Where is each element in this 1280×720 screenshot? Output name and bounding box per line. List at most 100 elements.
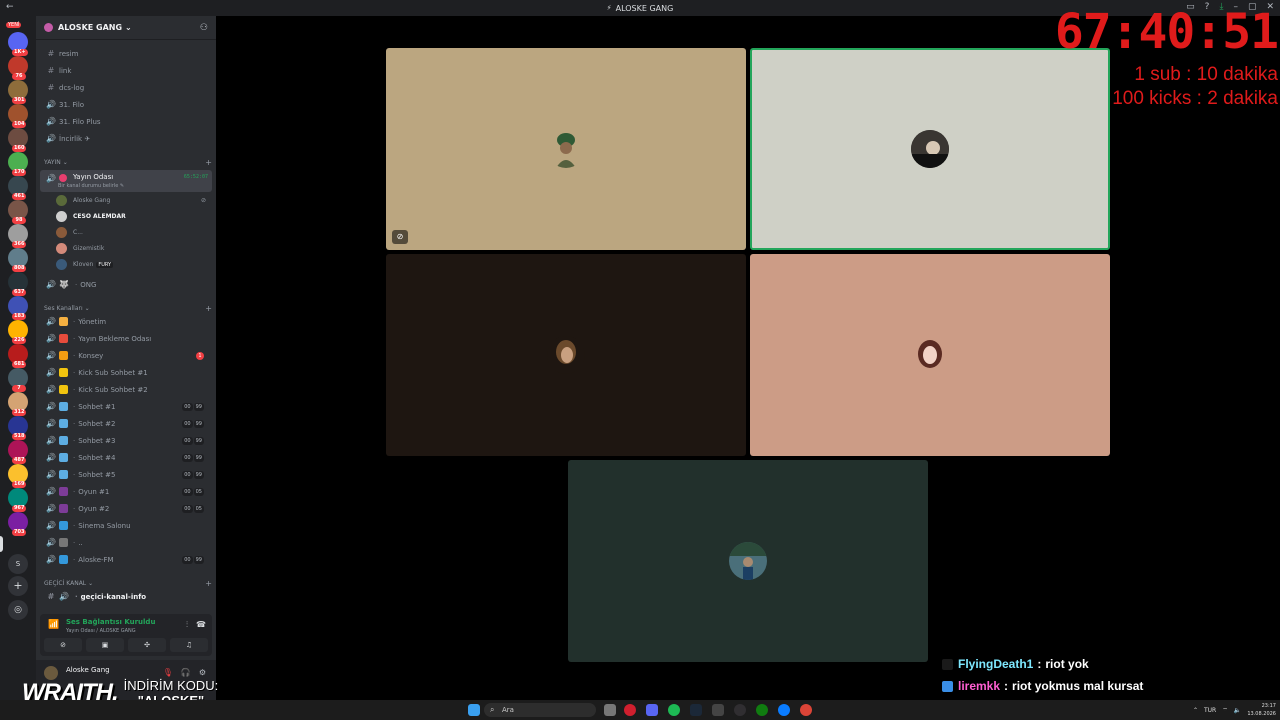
category-label: YAYIN (44, 158, 61, 166)
voice-channel-item[interactable]: 🔊 · Yönetim (40, 314, 212, 329)
screen-share-button[interactable]: ▣ (86, 638, 124, 652)
voice-user[interactable]: Aloske Gang ⊘ (56, 193, 206, 208)
voice-channel-item[interactable]: 🔊 · Konsey 1 (40, 348, 212, 363)
messenger-icon[interactable] (778, 704, 790, 716)
voice-channel-item[interactable]: 🔊 ·.. (40, 535, 212, 550)
channel-item[interactable]: # resim (40, 46, 212, 61)
video-tile-2-speaking[interactable] (750, 48, 1110, 250)
channel-status[interactable]: Bir kanal durumu belirle ✎ (58, 183, 124, 189)
disconnect-icon[interactable]: ☎ (196, 620, 206, 630)
channel-yayin-odasi[interactable]: 🔊 Yayın Odası 65:52:07 Bir kanal durumu … (40, 170, 212, 192)
channel-ong[interactable]: 🔊 🐺 · ONG (40, 277, 212, 292)
channel-item[interactable]: 🔊 İncirlik ✈ (40, 131, 212, 146)
voice-channel-item[interactable]: 🔊 · Sohbet #2 00 99 (40, 416, 212, 431)
video-tile-5[interactable] (568, 460, 928, 662)
channel-emoji-icon (59, 453, 68, 462)
server-mention-badge: 518 (12, 433, 27, 440)
speaker-icon: 🔊 (59, 592, 69, 601)
chrome-icon[interactable] (800, 704, 812, 716)
taskbar-search[interactable]: ⌕ Ara (484, 703, 596, 717)
discover-icon[interactable]: ◎ (8, 600, 28, 620)
mic-muted-icon[interactable]: 🎙 (163, 668, 173, 677)
voice-channel-item[interactable]: 🔊 · Sohbet #1 00 99 (40, 399, 212, 414)
voice-location[interactable]: Yayın Odası / ALOSKE GANG (66, 628, 136, 634)
window-title: ⚡ ALOSKE GANG (607, 4, 674, 13)
signal-icon[interactable]: 📶 (48, 620, 59, 630)
user-count: 00 (182, 555, 193, 564)
language-indicator[interactable]: TUR (1204, 707, 1216, 714)
speaker-icon: 🔊 (46, 402, 56, 411)
category-yayin[interactable]: YAYIN ⌄ + (44, 157, 212, 167)
voice-channel-item[interactable]: 🔊 · Oyun #1 00 05 (40, 484, 212, 499)
xbox-icon[interactable] (756, 704, 768, 716)
user-count: 00 (182, 487, 193, 496)
video-tile-4[interactable] (750, 254, 1110, 456)
channel-item[interactable]: 🔊 31. Filo (40, 97, 212, 112)
category-gecici-kanal[interactable]: GEÇİCİ KANAL ⌄ + (44, 578, 212, 588)
channel-item[interactable]: # dcs-log (40, 80, 212, 95)
channel-name: 31. Filo (59, 100, 85, 109)
category-label: Ses Kanalları (44, 304, 83, 312)
add-channel-icon[interactable]: + (205, 304, 212, 313)
server-mention-badge: 967 (12, 505, 27, 512)
category-ses-kanallari[interactable]: Ses Kanalları ⌄ + (44, 303, 212, 313)
noise-suppression-icon[interactable]: ⫶ (186, 620, 188, 630)
task-view-icon[interactable] (604, 704, 616, 716)
channel-item[interactable]: # link (40, 63, 212, 78)
obs-icon[interactable] (734, 704, 746, 716)
windows-start-icon[interactable] (468, 704, 480, 716)
channel-emoji-icon (59, 174, 67, 182)
soundboard-button[interactable]: ♫ (170, 638, 208, 652)
wifi-icon[interactable]: ⌔ (1222, 706, 1228, 714)
speaker-icon: 🔊 (46, 174, 56, 183)
steam-icon[interactable] (690, 704, 702, 716)
chat-text: riot yokmus mal kursat (1012, 679, 1144, 693)
video-tile-3[interactable] (386, 254, 746, 456)
channel-name: Oyun #2 (78, 504, 110, 513)
server-header[interactable]: ALOSKE GANG ⌄ ⚇ (36, 16, 216, 40)
chevron-down-icon: ⌄ (62, 158, 68, 166)
voice-channel-item[interactable]: 🔊 · Sohbet #5 00 99 (40, 467, 212, 482)
user-max: 99 (193, 470, 204, 479)
server-mention-badge: 226 (12, 337, 27, 344)
add-channel-icon[interactable]: + (205, 579, 212, 588)
tray-arrow-icon[interactable]: ⌃ (1193, 707, 1198, 714)
volume-icon[interactable]: 🔈 (1234, 707, 1241, 714)
app-icon[interactable] (712, 704, 724, 716)
clock[interactable]: 23:17 13.08.2026 (1247, 702, 1276, 718)
voice-channel-item[interactable]: 🔊 · Oyun #2 00 05 (40, 501, 212, 516)
channel-name: Aloske-FM (78, 555, 114, 564)
voice-channel-item[interactable]: 🔊 · Sohbet #4 00 99 (40, 450, 212, 465)
hash-icon: # (47, 83, 55, 92)
settings-gear-icon[interactable]: ⚙ (199, 668, 206, 677)
voice-channel-item[interactable]: 🔊 · Kick Sub Sohbet #1 (40, 365, 212, 380)
opera-icon[interactable] (624, 704, 636, 716)
channel-item[interactable]: 🔊 31. Filo Plus (40, 114, 212, 129)
avatar (56, 259, 67, 270)
channel-gecici-kanal-info[interactable]: # 🔊 · geçici-kanal-info (40, 589, 212, 604)
voice-status[interactable]: Ses Bağlantısı Kuruldu (66, 618, 155, 626)
video-tile-1[interactable]: ⊘ (386, 48, 746, 250)
channel-emoji-icon (59, 317, 68, 326)
add-channel-icon[interactable]: + (205, 158, 212, 167)
voice-user[interactable]: Kloven FURY (56, 257, 206, 272)
server-initial[interactable]: S (8, 554, 28, 574)
discord-icon[interactable] (646, 704, 658, 716)
username[interactable]: Aloske Gang (66, 666, 110, 674)
server-mention-badge: 169 (12, 481, 27, 488)
add-server-icon[interactable]: + (8, 576, 28, 596)
voice-channel-item[interactable]: 🔊 · Aloske-FM 00 99 (40, 552, 212, 567)
voice-channel-item[interactable]: 🔊 · Kick Sub Sohbet #2 (40, 382, 212, 397)
add-member-icon[interactable]: ⚇ (200, 23, 208, 33)
camera-off-button[interactable]: ⊘ (44, 638, 82, 652)
back-arrow-icon[interactable]: ← (6, 2, 14, 12)
spotify-icon[interactable] (668, 704, 680, 716)
voice-channel-item[interactable]: 🔊 · Sohbet #3 00 99 (40, 433, 212, 448)
headphones-icon[interactable]: 🎧 (181, 668, 191, 677)
voice-channel-item[interactable]: 🔊 · Sinema Salonu (40, 518, 212, 533)
voice-channel-item[interactable]: 🔊 · Yayın Bekleme Odası (40, 331, 212, 346)
activities-button[interactable]: ✣ (128, 638, 166, 652)
voice-user[interactable]: C... (56, 225, 206, 240)
voice-user[interactable]: CESO ALEMDAR (56, 209, 206, 224)
voice-user[interactable]: Gizemistik (56, 241, 206, 256)
